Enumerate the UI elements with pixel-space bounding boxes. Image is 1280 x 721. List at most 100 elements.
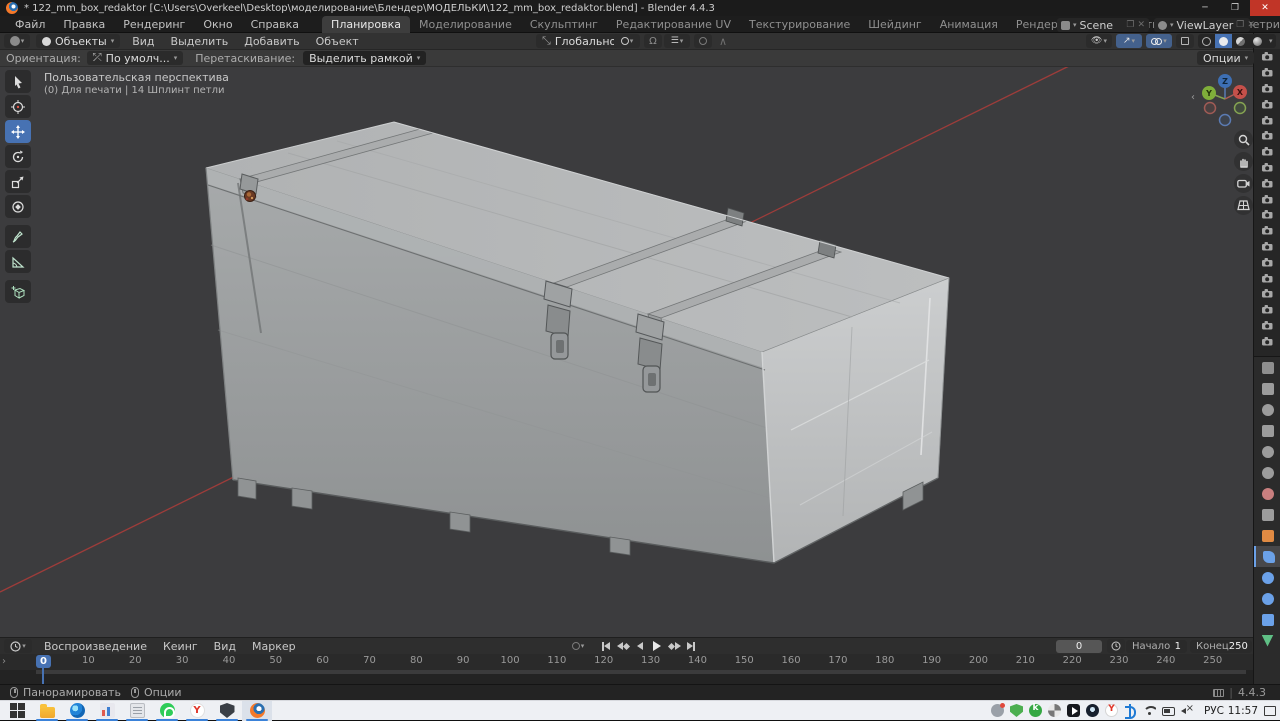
tray-icon-yandex[interactable] [1105,704,1118,717]
use-preview-range-button[interactable] [1107,639,1125,653]
timeline-editor-type-button[interactable]: ▾ [4,639,32,653]
rotate-tool[interactable] [5,145,31,168]
outliner-camera-camera[interactable] [1254,175,1280,191]
taskbar-icon-yandex-browser[interactable] [182,701,212,721]
outliner-camera-camera[interactable] [1254,191,1280,207]
overlays-toggle[interactable]: ▾ [1146,34,1172,48]
new-viewlayer-icon[interactable]: ❐ [1236,20,1244,30]
outliner-camera-camera[interactable] [1254,302,1280,318]
pan-view-hand-icon[interactable] [1234,152,1253,171]
maximize-button[interactable]: ❐ [1220,0,1250,16]
cursor-tool[interactable] [5,95,31,118]
tray-icon-discord[interactable] [991,703,1005,717]
next-keyframe-button[interactable] [666,640,682,653]
outliner-camera-camera[interactable] [1254,286,1280,302]
timeline-menu-Маркер[interactable]: Маркер [244,640,304,653]
measure-tool[interactable] [5,250,31,273]
frame-end-field[interactable]: Конец 250 [1190,639,1252,653]
tray-icon-bluetooth[interactable] [1124,704,1137,717]
properties-tab-output[interactable] [1254,420,1280,441]
new-scene-icon[interactable]: ❐ [1126,20,1134,30]
taskbar-icon-edge[interactable] [62,701,92,721]
blender-app-icon[interactable] [6,2,18,14]
gizmos-toggle[interactable]: ↗ ▾ [1116,34,1142,48]
shading-wireframe-button[interactable] [1198,34,1215,48]
properties-tab-physics[interactable] [1254,588,1280,609]
editor-type-button[interactable]: ▾ [4,34,30,48]
taskbar-icon-whatsapp[interactable] [152,701,182,721]
tray-icon-battery[interactable] [1162,705,1175,716]
transform-tool[interactable] [5,195,31,218]
axis-y-negative-handle[interactable] [1233,101,1247,115]
properties-tab-view-layer[interactable] [1254,441,1280,462]
timeline-menu-Вид[interactable]: Вид [206,640,244,653]
workspace-tab-Планировка[interactable]: Планировка [322,15,411,33]
properties-tab-world[interactable] [1254,483,1280,504]
outliner-camera-camera[interactable] [1254,128,1280,144]
chevron-down-icon[interactable]: ▾ [1266,37,1276,45]
playhead-line[interactable] [42,667,44,684]
workspace-tab-Анимация[interactable]: Анимация [931,16,1007,33]
orientation-dropdown[interactable]: ⤱ По умолч... ▾ [86,51,184,65]
properties-tab-editor-type[interactable] [1254,357,1280,378]
move-tool[interactable] [5,120,31,143]
axis-x-negative-handle[interactable] [1203,101,1217,115]
properties-tab-data[interactable] [1254,630,1280,651]
current-frame-field[interactable]: 0 [1056,639,1102,653]
proportional-edit-icon[interactable] [694,34,712,48]
properties-tab-modifiers[interactable] [1254,546,1280,567]
zoom-view-icon[interactable] [1234,130,1253,149]
language-indicator[interactable]: РУС [1204,705,1224,717]
clock[interactable]: 11:57 [1228,705,1258,717]
outliner-camera-camera[interactable] [1254,223,1280,239]
camera-view-icon[interactable] [1234,174,1253,193]
timeline-track[interactable] [0,670,1253,684]
menu-Рендеринг[interactable]: Рендеринг [114,18,194,31]
scale-tool[interactable] [5,170,31,193]
shading-material-button[interactable] [1232,34,1249,48]
timeline-expand-arrow[interactable]: › [2,656,6,667]
tray-icon-volume-muted[interactable] [1181,703,1194,717]
3d-viewport-canvas[interactable] [0,33,1253,637]
scene-selector[interactable]: ▾ Scene ❐ ✕ [1057,18,1149,32]
outliner-camera-camera[interactable] [1254,144,1280,160]
menu-Правка[interactable]: Правка [54,18,114,31]
timeline-ruler[interactable]: 10 20 30 40 50 60 70 80 90 100 110 120 130 140 150 160 1… [0,654,1253,670]
tray-icon-wifi[interactable] [1143,704,1156,717]
drag-action-dropdown[interactable]: Выделить рамкой ▾ [303,51,427,65]
auto-keying-toggle[interactable]: ▾ [565,639,591,653]
workspace-tab-Моделирование[interactable]: Моделирование [410,16,521,33]
outliner-camera-camera[interactable] [1254,49,1280,65]
viewport-menu-Выделить[interactable]: Выделить [163,35,237,48]
properties-tab-constraints[interactable] [1254,609,1280,630]
properties-tab-scene[interactable] [1254,462,1280,483]
tray-icon-kaspersky[interactable] [1029,703,1042,717]
menu-Файл[interactable]: Файл [6,18,54,31]
tool-options-dropdown[interactable]: Опции ▾ [1197,51,1255,65]
tray-icon-wheel[interactable] [1048,704,1061,717]
perspective-toggle-icon[interactable] [1234,196,1253,215]
shading-solid-button[interactable] [1215,34,1232,48]
navigation-gizmo[interactable]: Z Y X [1194,70,1258,130]
outliner-camera-camera[interactable] [1254,318,1280,334]
menu-Справка[interactable]: Справка [242,18,308,31]
tray-icon-antivirus[interactable] [1010,704,1023,717]
properties-tab-collection[interactable] [1254,504,1280,525]
timeline-menu-Кеинг[interactable]: Кеинг [155,640,206,653]
outliner-camera-camera[interactable] [1254,333,1280,349]
workspace-tab-Редактирование UV[interactable]: Редактирование UV [607,16,740,33]
object-visibility-button[interactable]: 👁 ▾ [1086,34,1112,48]
workspace-tab-Скульптинг[interactable]: Скульптинг [521,16,607,33]
outliner-camera-camera[interactable] [1254,207,1280,223]
tray-icon-steam[interactable] [1086,704,1099,717]
shading-rendered-button[interactable] [1249,34,1266,48]
close-button[interactable]: ✕ [1250,0,1280,16]
timeline-menu-Воспроизведение[interactable]: Воспроизведение [36,640,155,653]
frame-start-field[interactable]: Начало 1 [1126,639,1187,653]
viewport-menu-Добавить[interactable]: Добавить [236,35,307,48]
properties-tab-tool[interactable] [1254,378,1280,399]
outliner-camera-camera[interactable] [1254,160,1280,176]
mode-selector[interactable]: Объекты ▾ [36,34,121,48]
jump-to-start-button[interactable] [598,640,614,653]
taskbar-icon-start[interactable] [2,701,32,721]
